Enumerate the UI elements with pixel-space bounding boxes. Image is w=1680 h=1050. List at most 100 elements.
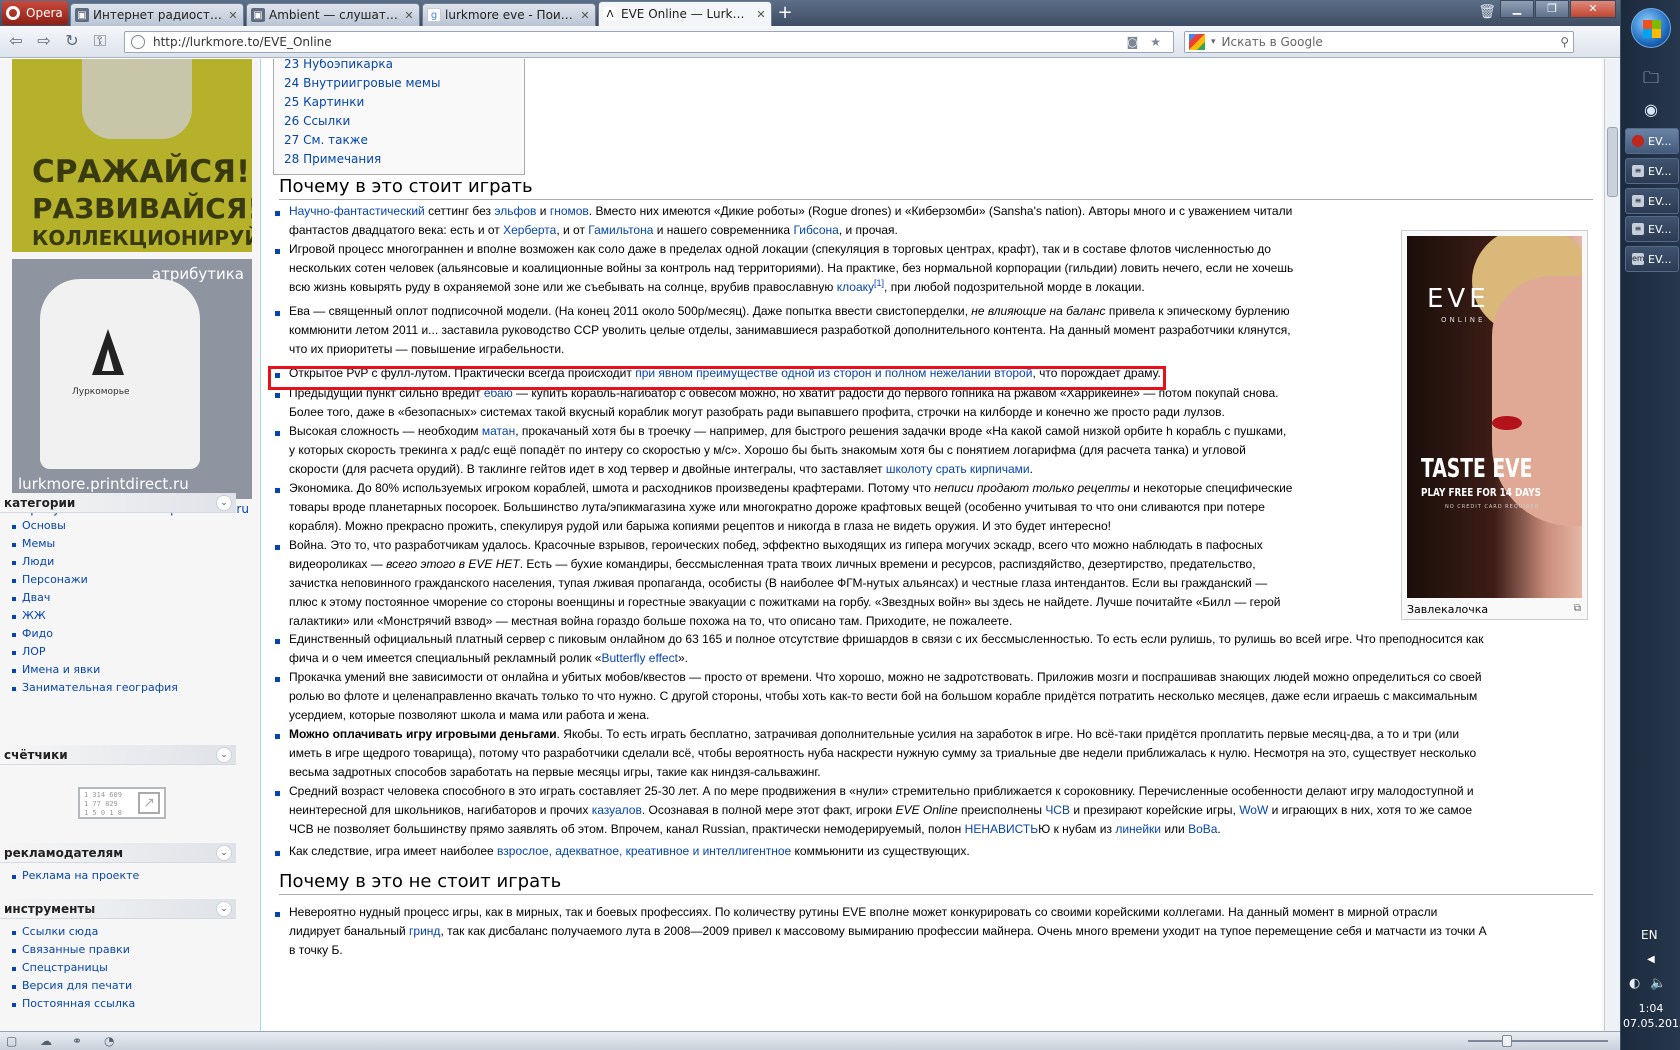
toc-item[interactable]: 27 См. также bbox=[274, 131, 524, 150]
sidebar-item[interactable]: Двач bbox=[12, 589, 236, 607]
close-window-button[interactable]: ✕ bbox=[1570, 0, 1616, 18]
new-tab-button[interactable]: + bbox=[774, 4, 796, 24]
vertical-scrollbar[interactable] bbox=[1604, 59, 1620, 1031]
portlet-title[interactable]: рекламодателям ⌄ bbox=[0, 843, 236, 863]
article-link[interactable]: казуалов bbox=[592, 803, 642, 817]
zoom-slider[interactable] bbox=[1468, 1035, 1608, 1047]
article-link[interactable]: ЧСВ bbox=[1045, 803, 1070, 817]
maximize-button[interactable]: ❐ bbox=[1535, 0, 1569, 18]
sidebar-item[interactable]: Ссылки сюда bbox=[12, 923, 236, 941]
counter-widget[interactable]: 1 314 609 1 77 829 1 5 0 1 8 ↗ bbox=[78, 787, 166, 819]
share-icon[interactable]: ⚭ bbox=[72, 1034, 82, 1048]
zoom-slider-knob[interactable] bbox=[1502, 1035, 1512, 1047]
article-link[interactable]: клоаку bbox=[837, 280, 874, 294]
sidebar-item[interactable]: Версия для печати bbox=[12, 977, 236, 995]
chevron-down-icon[interactable]: ⌄ bbox=[216, 747, 232, 763]
taskbar-item[interactable]: em EV... bbox=[1625, 246, 1679, 272]
trash-icon[interactable]: 🗑 bbox=[1478, 4, 1496, 20]
sidebar-item[interactable]: Персонажи bbox=[12, 571, 236, 589]
folder-icon[interactable]: 🗀 bbox=[1641, 68, 1661, 88]
article-link[interactable]: ВоВа bbox=[1188, 822, 1217, 836]
footnote-link[interactable]: [1] bbox=[874, 278, 884, 288]
tab-eve-online[interactable]: Λ EVE Online — Lurkmore ✕ bbox=[598, 1, 772, 26]
article-link[interactable]: WoW bbox=[1239, 803, 1268, 817]
merch-banner[interactable]: Луркоморье атрибутика lurkmore.printdire… bbox=[12, 259, 252, 499]
taskbar-item-opera[interactable]: EV... bbox=[1625, 128, 1679, 154]
key-icon[interactable]: ⚿ bbox=[88, 30, 112, 54]
taskbar-item[interactable]: ≡ EV... bbox=[1625, 158, 1679, 184]
language-indicator[interactable]: EN bbox=[1641, 928, 1658, 942]
cloud-icon[interactable]: ☁ bbox=[40, 1034, 52, 1048]
eve-ad-image[interactable]: EVE ONLINE TASTE EVE PLAY FREE FOR 14 DA… bbox=[1407, 236, 1582, 598]
star-icon[interactable]: ★ bbox=[1150, 35, 1167, 49]
toc-item[interactable]: 25 Картинки bbox=[274, 93, 524, 112]
search-box[interactable]: ▾ Искать в Google ⚲ bbox=[1184, 30, 1574, 53]
rss-icon[interactable]: ◙ bbox=[1127, 35, 1145, 49]
chevron-down-icon[interactable]: ⌄ bbox=[216, 845, 232, 861]
banner-ad[interactable]: СРАЖАЙСЯ! РАЗВИВАЙСЯ! КОЛЛЕКЦИОНИРУЙ! bbox=[12, 59, 252, 252]
sidebar-item[interactable]: Основы bbox=[12, 517, 236, 535]
article-link[interactable]: Гибсона bbox=[793, 223, 838, 237]
app-tray-icon[interactable]: ◐ bbox=[1629, 976, 1640, 991]
article-link[interactable]: Butterfly effect bbox=[601, 651, 677, 665]
speed-dial-icon[interactable]: ◔ bbox=[104, 1034, 114, 1048]
sidebar-item[interactable]: Связанные правки bbox=[12, 941, 236, 959]
clock[interactable]: 1:04 07.05.2012 bbox=[1623, 1001, 1680, 1031]
text-segment: , и от bbox=[556, 223, 589, 237]
toc-item[interactable]: 23 Нубоэпикарка bbox=[274, 59, 524, 74]
article-link[interactable]: взрослое, адекватное, креативное и интел… bbox=[497, 844, 791, 858]
portlet-title[interactable]: счётчики ⌄ bbox=[0, 745, 236, 765]
chevron-down-icon[interactable]: ▾ bbox=[1211, 37, 1216, 47]
sidebar-item[interactable]: Реклама на проекте bbox=[12, 867, 236, 885]
article-link[interactable]: НЕНАВИСТЬ bbox=[965, 822, 1038, 836]
toc-item[interactable]: 24 Внутриигровые мемы bbox=[274, 74, 524, 93]
search-icon[interactable]: ⚲ bbox=[1560, 35, 1569, 49]
toc-item[interactable]: 26 Ссылки bbox=[274, 112, 524, 131]
back-icon[interactable]: ⇦ bbox=[4, 30, 28, 54]
start-button[interactable] bbox=[1631, 8, 1671, 48]
opera-menu-button[interactable]: Opera bbox=[2, 1, 68, 25]
article-link[interactable]: гномов bbox=[550, 204, 589, 218]
sidebar-item[interactable]: Спецстраницы bbox=[12, 959, 236, 977]
article-link[interactable]: гринд bbox=[409, 924, 440, 938]
tray-expand-icon[interactable]: ◀ bbox=[1647, 954, 1655, 965]
panel-toggle-icon[interactable]: ▢ bbox=[6, 1034, 17, 1048]
scrollbar-thumb[interactable] bbox=[1607, 127, 1618, 197]
address-bar[interactable]: http://lurkmore.to/EVE_Online ◙ ★ bbox=[124, 30, 1174, 53]
tab-google-search[interactable]: g lurkmore eve - Поиск ... ✕ bbox=[422, 3, 596, 26]
close-tab-icon[interactable]: ✕ bbox=[403, 9, 415, 22]
toc-item[interactable]: 28 Примечания bbox=[274, 150, 524, 169]
sidebar-item[interactable]: Фидо bbox=[12, 625, 236, 643]
article-link[interactable]: Гамильтона bbox=[588, 223, 653, 237]
tab-radio[interactable]: ▣ Интернет радиостанц... ✕ bbox=[70, 3, 244, 26]
taskbar-item[interactable]: ≡ EV... bbox=[1625, 188, 1679, 214]
chevron-down-icon[interactable]: ⌄ bbox=[216, 495, 232, 511]
close-tab-icon[interactable]: ✕ bbox=[755, 8, 767, 21]
sidebar-item[interactable]: Занимательная география bbox=[12, 679, 236, 697]
taskbar-item[interactable]: ≡ EV... bbox=[1625, 216, 1679, 242]
article-link[interactable]: матан bbox=[482, 424, 515, 438]
portlet-title[interactable]: инструменты ⌄ bbox=[0, 899, 236, 919]
volume-icon[interactable]: 🔈 bbox=[1650, 976, 1666, 991]
forward-icon[interactable]: ⇨ bbox=[32, 30, 56, 54]
tab-ambient[interactable]: ▣ Ambient — слушать о... ✕ bbox=[246, 3, 420, 26]
sidebar-item[interactable]: ЛОР bbox=[12, 643, 236, 661]
sidebar-item[interactable]: Мемы bbox=[12, 535, 236, 553]
sidebar-item[interactable]: Люди bbox=[12, 553, 236, 571]
portlet-title[interactable]: категории ⌄ bbox=[0, 493, 236, 513]
article-link[interactable]: линейки bbox=[1115, 822, 1161, 836]
sidebar-item[interactable]: ЖЖ bbox=[12, 607, 236, 625]
close-tab-icon[interactable]: ✕ bbox=[227, 9, 239, 22]
article-link[interactable]: школоту срать кирпичами bbox=[886, 462, 1030, 476]
sidebar-item[interactable]: Постоянная ссылка bbox=[12, 995, 236, 1013]
chrome-icon[interactable]: ◉ bbox=[1641, 100, 1661, 120]
sidebar-item[interactable]: Имена и явки bbox=[12, 661, 236, 679]
article-link[interactable]: эльфов bbox=[494, 204, 536, 218]
minimize-button[interactable]: ▁ bbox=[1500, 0, 1534, 18]
article-link[interactable]: Херберта bbox=[503, 223, 556, 237]
chevron-down-icon[interactable]: ⌄ bbox=[216, 901, 232, 917]
reload-icon[interactable]: ↻ bbox=[60, 30, 84, 54]
close-tab-icon[interactable]: ✕ bbox=[579, 9, 591, 22]
magnify-icon[interactable]: ⧉ bbox=[1574, 603, 1581, 614]
article-link[interactable]: Научно-фантастический bbox=[289, 204, 425, 218]
